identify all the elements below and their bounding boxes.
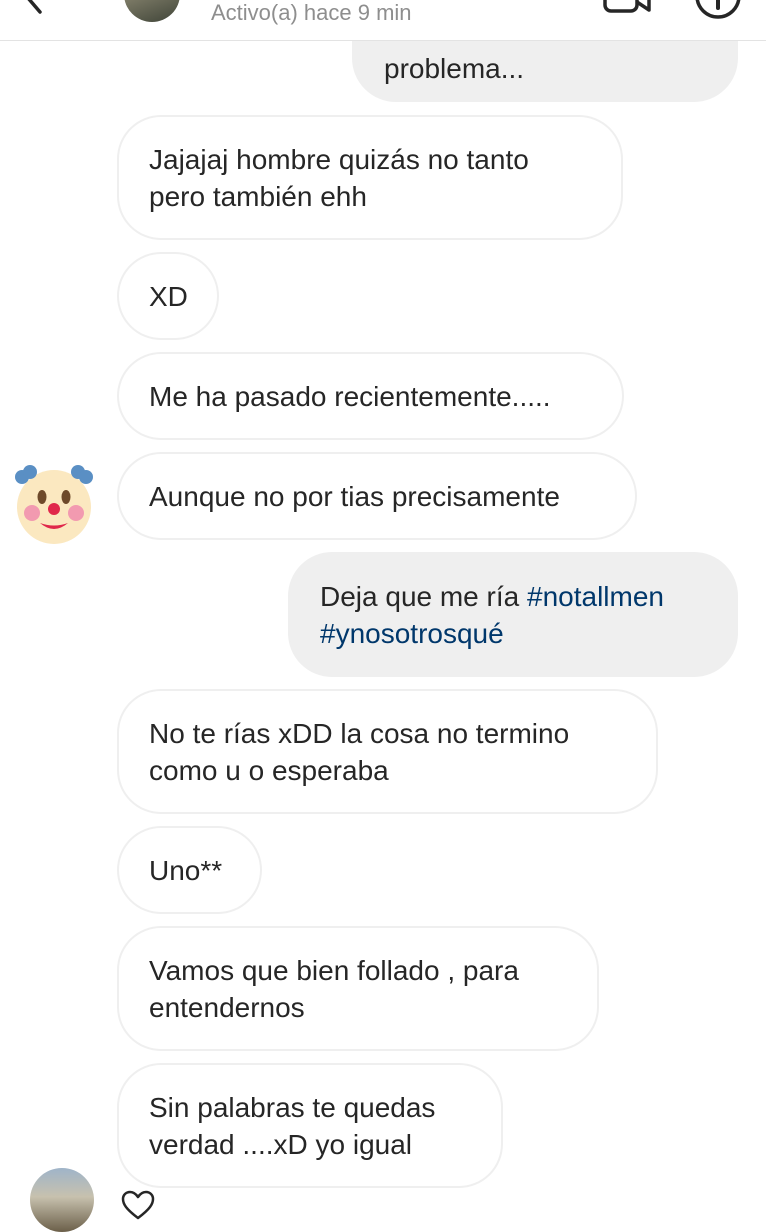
hashtag-link[interactable]: #notallmen xyxy=(527,581,664,612)
received-message[interactable]: Sin palabras te quedas verdad ....xD yo … xyxy=(117,1063,503,1188)
received-message[interactable]: Me ha pasado recientemente..... xyxy=(117,352,624,440)
back-arrow-icon[interactable] xyxy=(14,0,54,18)
received-message[interactable]: No te rías xDD la cosa no termino como u… xyxy=(117,689,658,814)
message-line: No te rías xDD la cosa no termino xyxy=(149,718,570,749)
message-line: #ynosotrosqué xyxy=(320,615,706,652)
heart-icon[interactable] xyxy=(120,1190,156,1220)
message-line: verdad ....xD yo igual xyxy=(149,1129,413,1160)
message-line: Deja que me ría #notallmen xyxy=(320,578,706,615)
message-line: Sin palabras te quedas xyxy=(149,1092,436,1123)
active-status: Activo(a) hace 9 min xyxy=(211,0,412,25)
message-line: Jajajaj hombre quizás no tanto xyxy=(149,144,529,175)
hashtag-link[interactable]: #ynosotrosqué xyxy=(320,618,504,649)
sent-message[interactable]: Deja que me ría #notallmen #ynosotrosqué xyxy=(288,552,738,677)
contact-avatar[interactable] xyxy=(124,0,180,22)
chat-header: Activo(a) hace 9 min xyxy=(0,0,766,41)
message-line: Vamos que bien follado , para xyxy=(149,955,519,986)
message-line: XD xyxy=(149,281,188,312)
message-line: Aunque no por tias precisamente xyxy=(149,481,560,512)
message-line: pero también ehh xyxy=(149,181,367,212)
received-message[interactable]: XD xyxy=(117,252,219,340)
message-line: Me ha pasado recientemente..... xyxy=(149,381,551,412)
message-text: problema... xyxy=(384,53,525,84)
received-message[interactable]: Uno** xyxy=(117,826,262,914)
received-message[interactable]: Jajajaj hombre quizás no tanto pero tamb… xyxy=(117,115,623,240)
received-message[interactable]: Aunque no por tias precisamente xyxy=(117,452,637,540)
video-call-icon[interactable] xyxy=(602,0,652,16)
message-line: Uno** xyxy=(149,855,223,886)
contact-avatar[interactable] xyxy=(30,1168,94,1232)
message-line: entendernos xyxy=(149,992,305,1023)
message-text: Deja que me ría xyxy=(320,581,527,612)
info-icon[interactable] xyxy=(694,0,742,20)
received-message[interactable]: Vamos que bien follado , para entenderno… xyxy=(117,926,599,1051)
message-line: como u o esperaba xyxy=(149,755,389,786)
clown-face-icon[interactable] xyxy=(12,465,96,549)
